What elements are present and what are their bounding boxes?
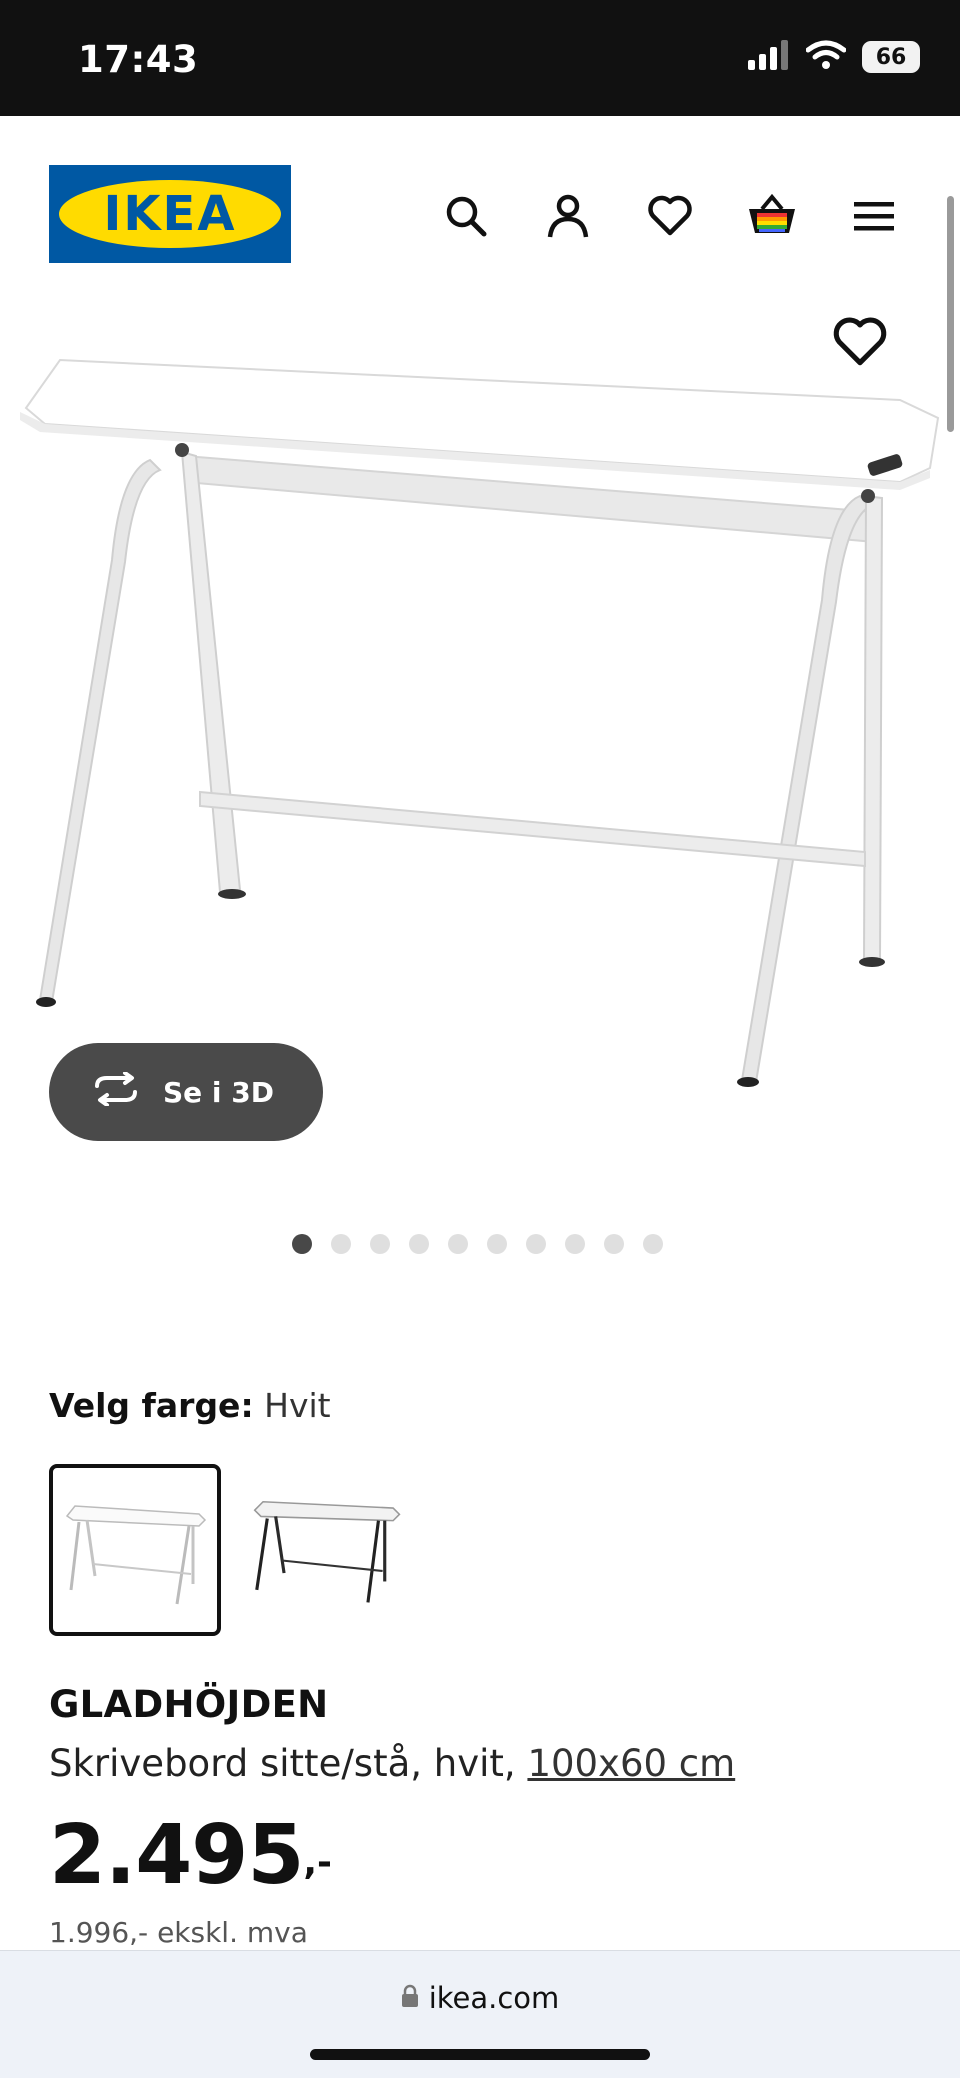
product-price: 2.495 ,-	[49, 1808, 332, 1903]
status-bar: 17:43 66	[0, 0, 960, 116]
gallery-dot[interactable]	[292, 1234, 312, 1254]
url-display[interactable]: ikea.com	[0, 1981, 960, 2015]
cart-icon[interactable]	[746, 190, 798, 242]
browser-address-bar[interactable]: ikea.com	[0, 1950, 960, 2078]
menu-icon[interactable]	[848, 190, 900, 242]
logo-text: IKEA	[103, 186, 237, 242]
product-description: Skrivebord sitte/stå, hvit, 100x60 cm	[49, 1742, 735, 1785]
battery-indicator: 66	[862, 41, 920, 73]
size-link[interactable]: 100x60 cm	[527, 1742, 735, 1785]
gallery-dot[interactable]	[565, 1234, 585, 1254]
view-in-3d-button[interactable]: Se i 3D	[49, 1043, 323, 1141]
wifi-icon	[805, 40, 847, 74]
ikea-logo[interactable]: IKEA	[49, 165, 291, 263]
home-indicator[interactable]	[310, 2049, 650, 2060]
gallery-dot[interactable]	[331, 1234, 351, 1254]
status-icons: 66	[748, 40, 920, 74]
product-image[interactable]	[0, 300, 960, 1100]
header-actions	[440, 190, 900, 242]
favourites-icon[interactable]	[644, 190, 696, 242]
gallery-dot[interactable]	[409, 1234, 429, 1254]
color-swatch-black[interactable]	[240, 1464, 412, 1636]
account-icon[interactable]	[542, 190, 594, 242]
gallery-dot[interactable]	[526, 1234, 546, 1254]
color-swatch-white[interactable]	[49, 1464, 221, 1636]
gallery-dot[interactable]	[448, 1234, 468, 1254]
rotate-3d-icon	[91, 1070, 141, 1113]
price-excl-vat: 1.996,- ekskl. mva	[49, 1916, 308, 1949]
color-selector-label: Velg farge: Hvit	[49, 1386, 331, 1425]
color-label-title: Velg farge:	[49, 1386, 254, 1425]
gallery-dot[interactable]	[487, 1234, 507, 1254]
search-icon[interactable]	[440, 190, 492, 242]
url-text: ikea.com	[428, 1981, 560, 2015]
status-time: 17:43	[78, 38, 199, 81]
gallery-pagination	[292, 1234, 663, 1254]
price-suffix: ,-	[303, 1842, 332, 1883]
site-header: IKEA	[0, 116, 960, 306]
add-to-favourites-icon[interactable]	[832, 316, 888, 372]
price-main: 2.495	[49, 1808, 304, 1903]
color-label-value: Hvit	[264, 1386, 331, 1425]
product-name: GLADHÖJDEN	[49, 1683, 329, 1726]
gallery-dot[interactable]	[643, 1234, 663, 1254]
lock-icon	[401, 1981, 419, 2015]
gallery-dot[interactable]	[370, 1234, 390, 1254]
signal-icon	[748, 40, 790, 74]
product-description-text: Skrivebord sitte/stå, hvit,	[49, 1742, 528, 1785]
view-in-3d-label: Se i 3D	[163, 1075, 274, 1109]
gallery-dot[interactable]	[604, 1234, 624, 1254]
